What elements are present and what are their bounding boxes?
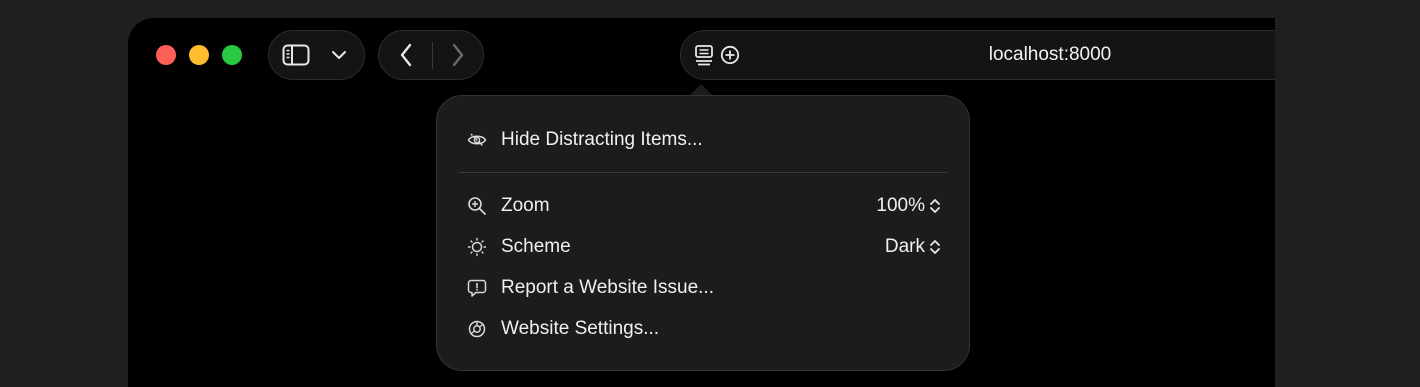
back-button[interactable]	[391, 42, 421, 68]
scheme-item[interactable]: Scheme Dark	[459, 229, 947, 265]
scheme-value: Dark	[884, 236, 925, 257]
minimize-window-button[interactable]	[189, 45, 209, 65]
zoom-label: Zoom	[501, 195, 550, 216]
website-settings-item[interactable]: Website Settings...	[459, 311, 947, 347]
sidebar-toggle-group	[268, 30, 365, 80]
scheme-label: Scheme	[501, 236, 571, 257]
report-issue-item[interactable]: Report a Website Issue...	[459, 270, 947, 306]
tab-group-menu-button[interactable]	[327, 44, 351, 66]
hide-distracting-items-label: Hide Distracting Items...	[501, 129, 703, 150]
page-menu-popover: Hide Distracting Items... Zoom 100% Sche…	[436, 95, 970, 371]
zoom-item[interactable]: Zoom 100%	[459, 188, 947, 224]
nav-separator	[432, 42, 433, 69]
magnifying-glass-plus-icon	[467, 196, 487, 216]
chevron-right-icon	[452, 43, 464, 67]
zoom-stepper[interactable]: 100%	[876, 195, 941, 217]
zoom-window-button[interactable]	[222, 45, 242, 65]
speech-bubble-exclamation-icon	[467, 278, 487, 298]
sidebar-icon	[282, 44, 310, 66]
menu-divider	[459, 172, 947, 173]
close-window-button[interactable]	[156, 45, 176, 65]
scheme-selector[interactable]: Dark	[885, 236, 941, 258]
zoom-value: 100%	[876, 195, 925, 216]
navigation-group	[378, 30, 484, 80]
eye-slash-icon	[467, 130, 487, 150]
chevron-up-down-icon	[930, 199, 940, 213]
address-bar[interactable]: localhost:8000	[680, 30, 1275, 80]
chevron-left-icon	[400, 43, 412, 67]
sidebar-toggle-button[interactable]	[281, 42, 311, 68]
website-settings-label: Website Settings...	[501, 318, 660, 339]
forward-button[interactable]	[443, 42, 473, 68]
gear-icon	[467, 319, 487, 339]
chevron-down-icon	[332, 51, 346, 59]
url-text: localhost:8000	[988, 44, 1112, 65]
hide-distracting-items-item[interactable]: Hide Distracting Items...	[459, 122, 947, 158]
report-issue-label: Report a Website Issue...	[501, 277, 714, 298]
sun-dashed-icon	[467, 237, 487, 257]
chevron-up-down-icon	[930, 240, 940, 254]
